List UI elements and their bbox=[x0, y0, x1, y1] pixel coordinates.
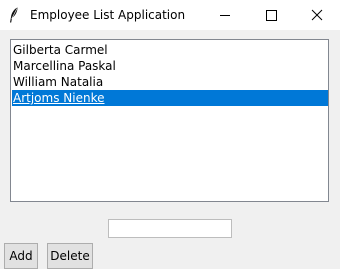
list-item[interactable]: William Natalia bbox=[12, 74, 328, 90]
list-item[interactable]: Gilberta Carmel bbox=[12, 42, 328, 58]
add-button[interactable]: Add bbox=[4, 243, 38, 269]
close-icon bbox=[311, 9, 323, 21]
minimize-icon bbox=[220, 15, 230, 16]
app-window: Employee List Application Gilberta Carme… bbox=[0, 0, 340, 269]
list-item-selected[interactable]: Artjoms Nienke bbox=[12, 90, 328, 106]
maximize-button[interactable] bbox=[248, 0, 294, 30]
maximize-icon bbox=[266, 10, 277, 21]
minimize-button[interactable] bbox=[202, 0, 248, 30]
employee-listbox[interactable]: Gilberta Carmel Marcellina Paskal Willia… bbox=[10, 39, 329, 202]
employee-name-input[interactable] bbox=[108, 219, 232, 238]
window-title: Employee List Application bbox=[30, 8, 186, 22]
list-item[interactable]: Marcellina Paskal bbox=[12, 58, 328, 74]
feather-icon bbox=[9, 7, 19, 23]
title-bar[interactable]: Employee List Application bbox=[0, 0, 340, 30]
close-button[interactable] bbox=[294, 0, 340, 30]
delete-button[interactable]: Delete bbox=[47, 243, 93, 269]
